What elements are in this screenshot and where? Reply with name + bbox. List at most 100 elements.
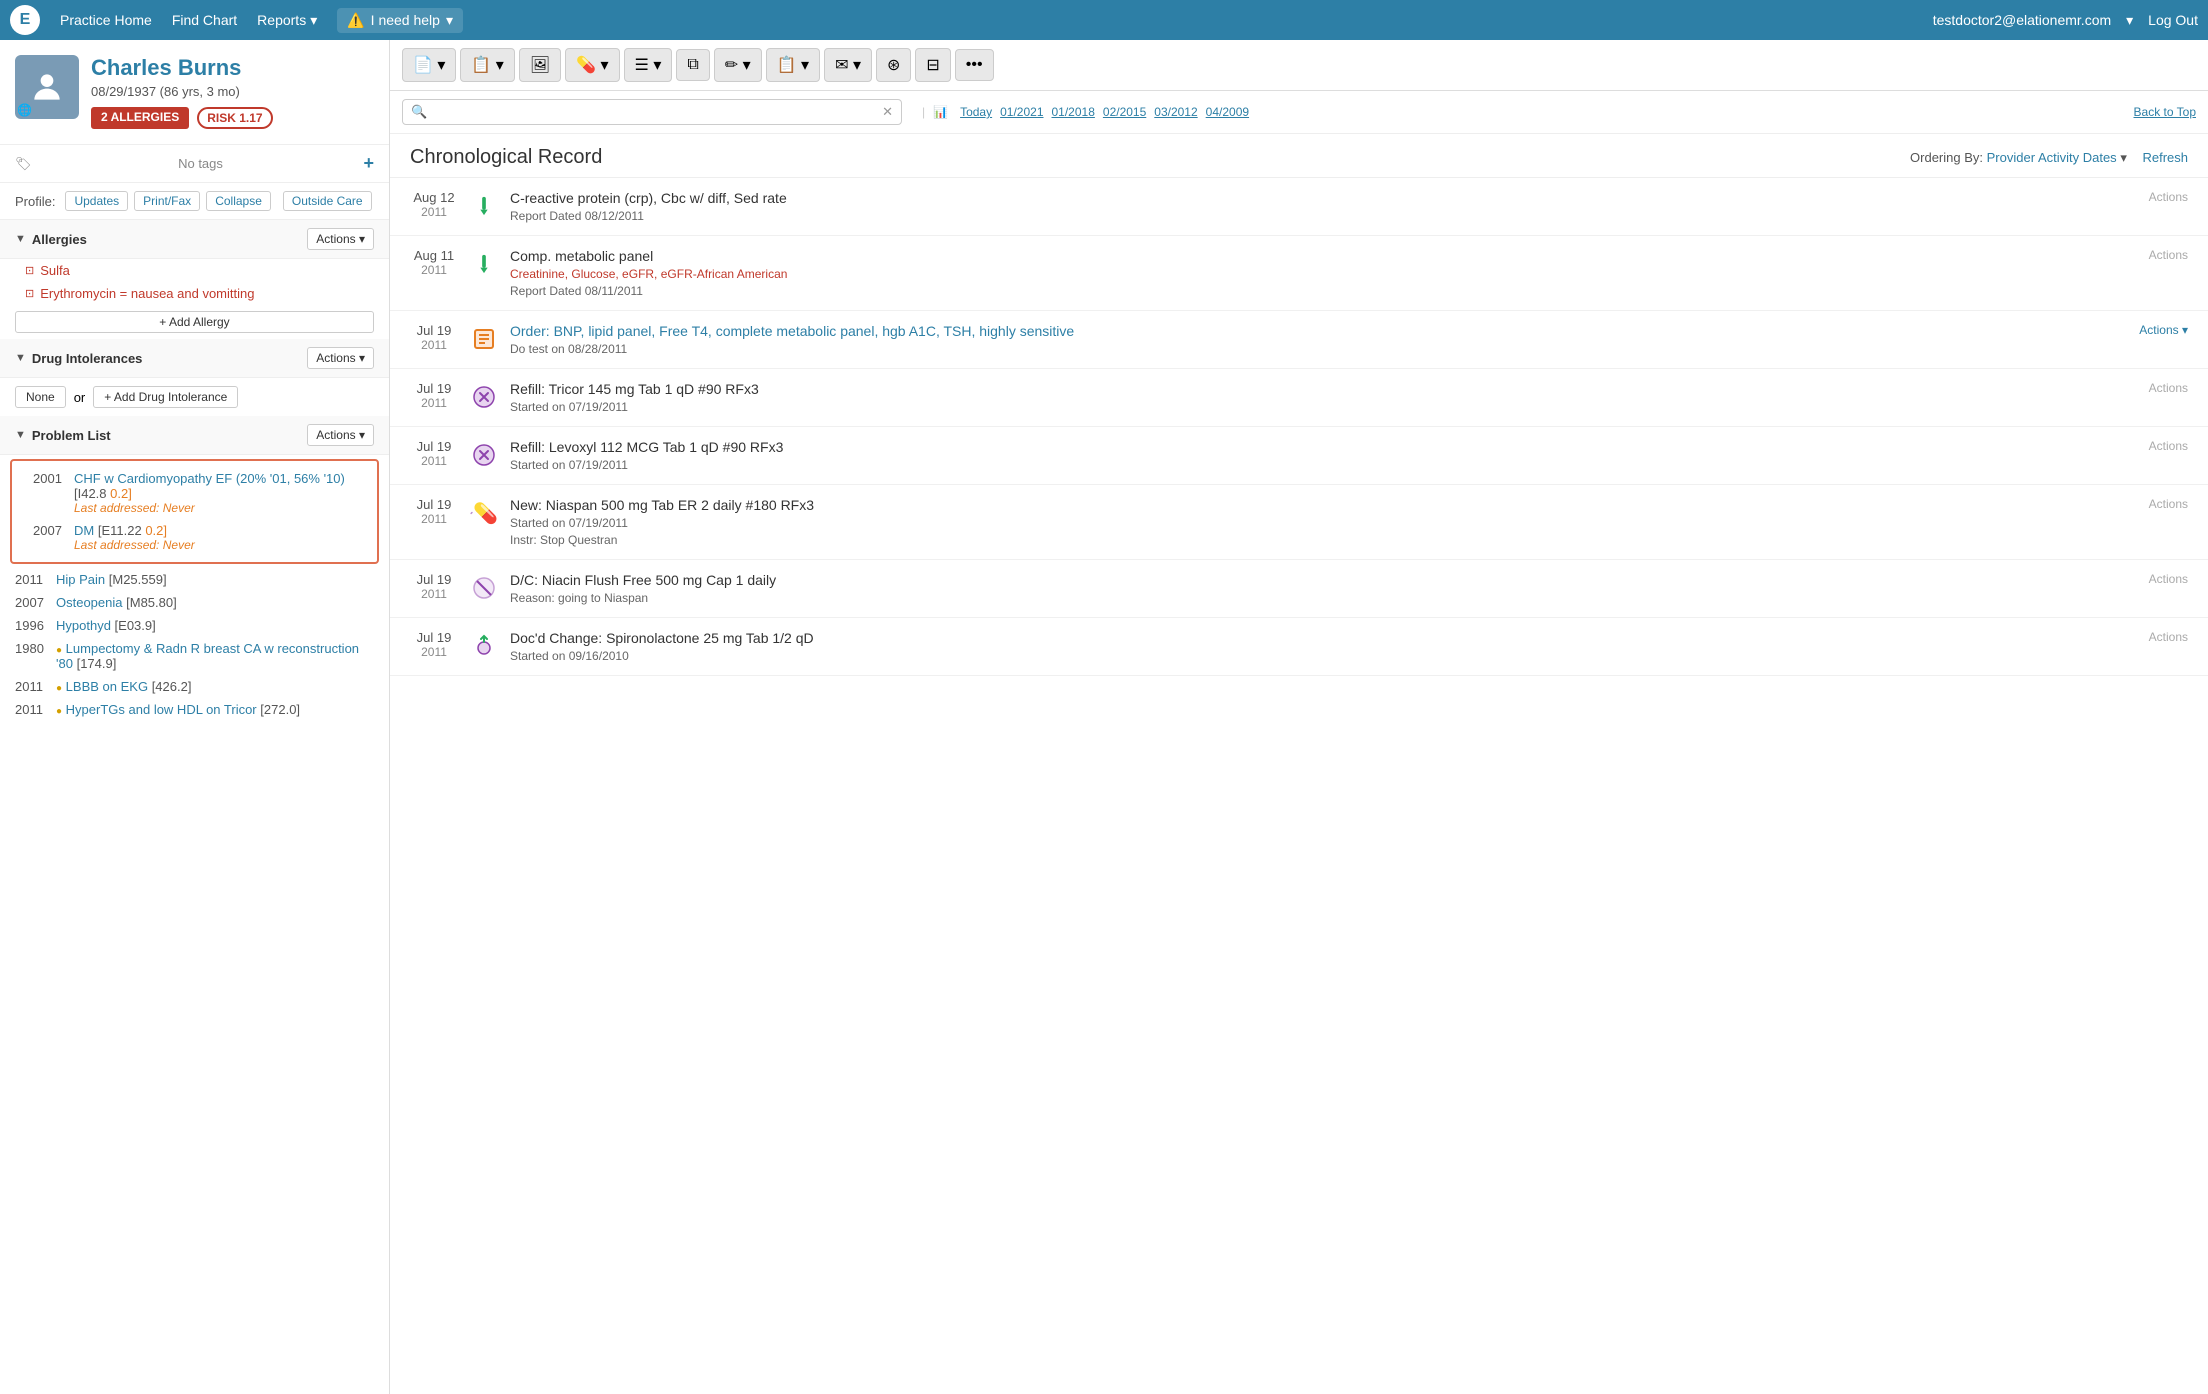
tag-icon: 🏷 [15, 156, 32, 172]
outside-care-link[interactable]: Outside Care [283, 191, 372, 211]
record-date-4: Jul 19 2011 [410, 439, 458, 468]
tool-note-btn[interactable]: 📄 ▾ [402, 48, 456, 82]
top-nav: E Practice Home Find Chart Reports ▾ ⚠️ … [0, 0, 2208, 40]
p-link-2[interactable]: Hypothyd [56, 618, 111, 633]
logout-link[interactable]: Log Out [2148, 12, 2198, 28]
noscript-icon [472, 576, 496, 600]
risk-badge[interactable]: RISK 1.17 [197, 107, 272, 129]
record-actions-1[interactable]: Actions [2149, 248, 2188, 262]
bullet-gold-5: ● [56, 706, 62, 717]
date-2021[interactable]: 01/2021 [1000, 105, 1043, 119]
record-icon-3 [470, 383, 498, 411]
record-actions-6[interactable]: Actions [2149, 572, 2188, 586]
tool-clip-btn[interactable]: 📋 ▾ [766, 48, 820, 82]
allergies-actions-button[interactable]: Actions [307, 228, 374, 250]
date-2009[interactable]: 04/2009 [1206, 105, 1249, 119]
nav-find-chart[interactable]: Find Chart [172, 12, 237, 28]
profile-updates-link[interactable]: Updates [65, 191, 128, 211]
tool-layers-btn[interactable]: ⧉ [676, 49, 709, 81]
record-title-1: Comp. metabolic panel [510, 248, 2137, 264]
allergies-section-header: ▼ Allergies Actions [0, 220, 389, 259]
problem-list-actions-button[interactable]: Actions [307, 424, 374, 446]
drug-intolerances-actions-button[interactable]: Actions [307, 347, 374, 369]
tool-mail-btn[interactable]: ✉ ▾ [824, 48, 872, 82]
tool-doc-btn[interactable]: 📋 ▾ [460, 48, 514, 82]
chr-ordering: Ordering By: Provider Activity Dates ▾ R… [1910, 150, 2188, 166]
profile-collapse-link[interactable]: Collapse [206, 191, 271, 211]
problem-link-1[interactable]: DM [74, 523, 94, 538]
patient-badges: 2 ALLERGIES RISK 1.17 [91, 107, 374, 129]
problem-list-toggle[interactable]: ▼ [15, 429, 26, 441]
problem-last-0: Last addressed: Never [74, 501, 356, 515]
search-input[interactable] [433, 105, 876, 120]
record-sub-0: Report Dated 08/12/2011 [510, 209, 2137, 223]
p-link-1[interactable]: Osteopenia [56, 595, 123, 610]
p-link-0[interactable]: Hip Pain [56, 572, 105, 587]
tool-circle-btn[interactable]: ⊛ [876, 48, 911, 82]
ordering-value-link[interactable]: Provider Activity Dates [1987, 150, 2117, 165]
record-actions-4[interactable]: Actions [2149, 439, 2188, 453]
record-body-3: Refill: Tricor 145 mg Tab 1 qD #90 RFx3 … [510, 381, 2137, 414]
logo[interactable]: E [10, 5, 40, 35]
record-icon-0 [470, 192, 498, 220]
tags-section: 🏷 No tags + [0, 145, 389, 183]
left-panel: 🌐 Charles Burns 08/29/1937 (86 yrs, 3 mo… [0, 40, 390, 1394]
p-link-4[interactable]: LBBB on EKG [66, 679, 148, 694]
record-body-1: Comp. metabolic panel Creatinine, Glucos… [510, 248, 2137, 298]
problem-list-actions: Actions [307, 424, 374, 446]
drug-intolerance-none-button[interactable]: None [15, 386, 66, 408]
record-actions-2[interactable]: Actions ▾ [2139, 323, 2188, 337]
allergies-toggle[interactable]: ▼ [15, 233, 26, 245]
record-sub-7: Started on 09/16/2010 [510, 649, 2137, 663]
date-2018[interactable]: 01/2018 [1052, 105, 1095, 119]
tool-image-btn[interactable]: 🖼 [519, 48, 561, 82]
nav-reports[interactable]: Reports ▾ [257, 12, 317, 29]
date-2012[interactable]: 03/2012 [1154, 105, 1197, 119]
drug-intolerances-toggle[interactable]: ▼ [15, 352, 26, 364]
record-date-3: Jul 19 2011 [410, 381, 458, 410]
record-actions-5[interactable]: Actions [2149, 497, 2188, 511]
profile-printfax-link[interactable]: Print/Fax [134, 191, 200, 211]
patient-name: Charles Burns [91, 55, 374, 81]
p-link-5[interactable]: HyperTGs and low HDL on Tricor [66, 702, 257, 717]
patient-header: 🌐 Charles Burns 08/29/1937 (86 yrs, 3 mo… [0, 40, 389, 145]
allergy-name-2[interactable]: Erythromycin = nausea and vomitting [40, 286, 254, 301]
tool-rx-btn[interactable]: 💊 ▾ [565, 48, 619, 82]
record-actions-3[interactable]: Actions [2149, 381, 2188, 395]
add-tag-button[interactable]: + [363, 153, 374, 174]
record-item-2: Jul 19 2011 Order: BNP, lipid panel, Fre… [390, 311, 2208, 369]
record-body-2: Order: BNP, lipid panel, Free T4, comple… [510, 323, 2127, 356]
record-actions-7[interactable]: Actions [2149, 630, 2188, 644]
allergy-name-1[interactable]: Sulfa [40, 263, 70, 278]
record-title-2: Order: BNP, lipid panel, Free T4, comple… [510, 323, 2127, 339]
problem-item-3: 1980 ● Lumpectomy & Radn R breast CA w r… [0, 637, 389, 675]
problem-item-2: 1996 Hypothyd [E03.9] [0, 614, 389, 637]
allergies-actions: Actions [307, 228, 374, 250]
search-icon: 🔍 [411, 104, 427, 120]
search-clear-icon[interactable]: ✕ [882, 104, 893, 120]
record-body-0: C-reactive protein (crp), Cbc w/ diff, S… [510, 190, 2137, 223]
record-body-5: New: Niaspan 500 mg Tab ER 2 daily #180 … [510, 497, 2137, 547]
tool-square-btn[interactable]: ⊟ [915, 48, 950, 82]
tool-more-btn[interactable]: ••• [955, 49, 994, 81]
record-sub-4: Started on 07/19/2011 [510, 458, 2137, 472]
add-allergy-button[interactable]: + Add Allergy [15, 311, 374, 333]
allergy-badge[interactable]: 2 ALLERGIES [91, 107, 189, 129]
drug-intolerances-row: None or + Add Drug Intolerance [0, 378, 389, 416]
date-today[interactable]: Today [960, 105, 992, 119]
nav-practice-home[interactable]: Practice Home [60, 12, 152, 28]
record-sub2-5: Instr: Stop Questran [510, 533, 2137, 547]
problem-link-0[interactable]: CHF w Cardiomyopathy EF (20% '01, 56% '1… [74, 471, 345, 486]
user-email[interactable]: testdoctor2@elationemr.com [1933, 12, 2111, 28]
add-drug-intolerance-button[interactable]: + Add Drug Intolerance [93, 386, 238, 408]
profile-links: Profile: Updates Print/Fax Collapse Outs… [0, 183, 389, 220]
record-sub-6: Reason: going to Niaspan [510, 591, 2137, 605]
back-to-top-link[interactable]: Back to Top [2134, 105, 2196, 119]
tool-list-btn[interactable]: ☰ ▾ [624, 48, 673, 82]
record-actions-0[interactable]: Actions [2149, 190, 2188, 204]
problem-item-4: 2011 ● LBBB on EKG [426.2] [0, 675, 389, 698]
refresh-link[interactable]: Refresh [2142, 150, 2188, 165]
tool-edit-btn[interactable]: ✏ ▾ [714, 48, 762, 82]
date-2015[interactable]: 02/2015 [1103, 105, 1146, 119]
nav-help[interactable]: ⚠️ I need help ▾ [337, 8, 463, 33]
